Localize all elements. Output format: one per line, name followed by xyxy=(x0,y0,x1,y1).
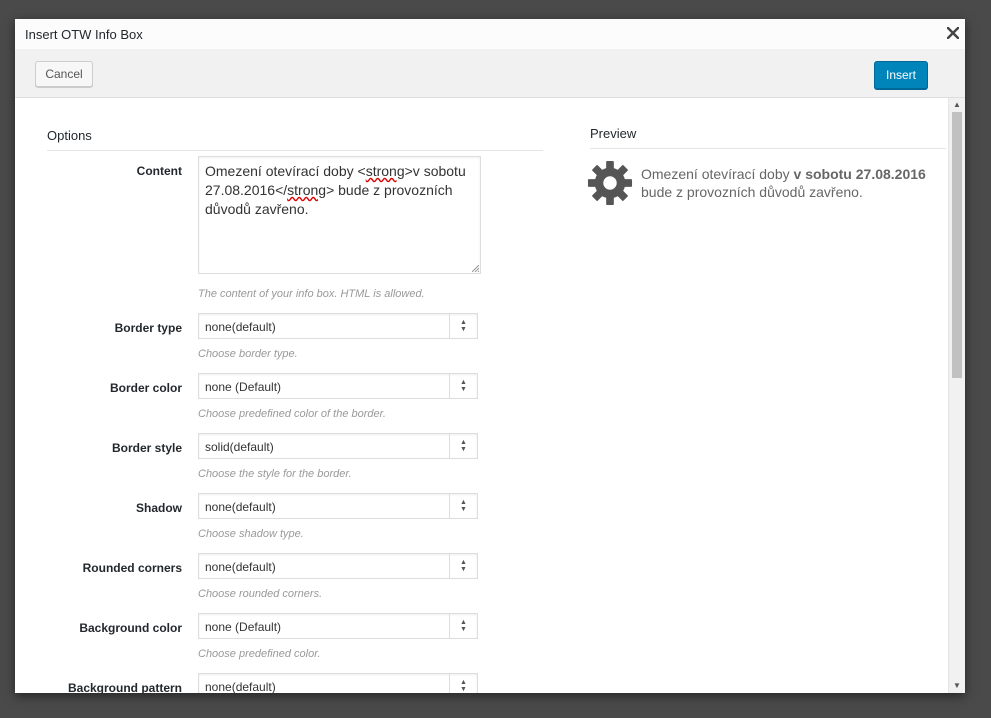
options-divider xyxy=(47,150,543,151)
close-icon[interactable] xyxy=(947,22,959,39)
select-divider xyxy=(449,554,450,578)
border-type-help: Choose border type. xyxy=(198,348,298,360)
content-text-1: Omezení otevírací doby < xyxy=(205,163,366,179)
select-arrows-icon: ▲ ▼ xyxy=(460,319,467,333)
preview-text: Omezení otevírací doby v sobotu 27.08.20… xyxy=(641,165,931,201)
border-style-help: Choose the style for the border. xyxy=(198,468,352,480)
select-arrows-icon: ▲ ▼ xyxy=(460,439,467,453)
background-pattern-label: Background pattern xyxy=(67,681,182,693)
border-style-label: Border style xyxy=(111,441,182,455)
border-type-select[interactable]: none(default) ▲ ▼ xyxy=(198,313,478,339)
dialog-scrollbar[interactable]: ▲ ▼ xyxy=(948,98,965,693)
preview-text-1: Omezení otevírací doby xyxy=(641,166,794,182)
background-color-label: Background color xyxy=(79,621,182,635)
select-arrows-icon: ▲ ▼ xyxy=(460,499,467,513)
preview-heading: Preview xyxy=(590,126,637,141)
dialog-toolbar: Cancel Insert xyxy=(15,49,965,98)
preview-text-2: bude z provozních důvodů zavřeno. xyxy=(641,184,863,200)
border-style-select[interactable]: solid(default) ▲ ▼ xyxy=(198,433,478,459)
background-color-select[interactable]: none (Default) ▲ ▼ xyxy=(198,613,478,639)
shadow-help: Choose shadow type. xyxy=(198,528,304,540)
rounded-corners-select[interactable]: none(default) ▲ ▼ xyxy=(198,553,478,579)
border-color-help: Choose predefined color of the border. xyxy=(198,408,386,420)
scrollbar-thumb[interactable] xyxy=(952,112,962,378)
content-help: The content of your info box. HTML is al… xyxy=(198,288,425,300)
gear-icon xyxy=(587,160,633,206)
content-tag-close: strong xyxy=(287,182,327,198)
dialog-body: Options Content Omezení otevírací doby <… xyxy=(15,98,949,693)
dialog-titlebar: Insert OTW Info Box xyxy=(15,19,965,50)
border-type-label: Border type xyxy=(114,321,182,335)
background-pattern-select[interactable]: none(default) ▲ ▼ xyxy=(198,673,478,693)
border-color-select[interactable]: none (Default) ▲ ▼ xyxy=(198,373,478,399)
select-divider xyxy=(449,614,450,638)
rounded-corners-help: Choose rounded corners. xyxy=(198,588,323,600)
dialog-title: Insert OTW Info Box xyxy=(25,27,143,42)
content-label: Content xyxy=(136,164,182,178)
select-divider xyxy=(449,314,450,338)
border-type-value: none(default) xyxy=(205,320,276,334)
select-divider xyxy=(449,674,450,693)
shadow-select[interactable]: none(default) ▲ ▼ xyxy=(198,493,478,519)
border-style-value: solid(default) xyxy=(205,440,274,454)
border-color-value: none (Default) xyxy=(205,380,282,394)
preview-text-bold: v sobotu 27.08.2016 xyxy=(793,166,926,182)
scroll-down-icon[interactable]: ▼ xyxy=(953,682,961,690)
select-arrows-icon: ▲ ▼ xyxy=(460,559,467,573)
scroll-up-icon[interactable]: ▲ xyxy=(953,101,961,109)
select-arrows-icon: ▲ ▼ xyxy=(460,619,467,633)
rounded-corners-value: none(default) xyxy=(205,560,276,574)
resize-grip-icon[interactable] xyxy=(472,265,479,272)
select-arrows-icon: ▲ ▼ xyxy=(460,679,467,693)
content-tag-open: strong xyxy=(365,163,405,179)
background-color-help: Choose predefined color. xyxy=(198,648,321,660)
insert-button[interactable]: Insert xyxy=(874,61,928,89)
select-arrows-icon: ▲ ▼ xyxy=(460,379,467,393)
select-divider xyxy=(449,494,450,518)
background-pattern-value: none(default) xyxy=(205,680,276,693)
insert-info-box-dialog: Insert OTW Info Box Cancel Insert Option… xyxy=(15,19,965,693)
options-heading: Options xyxy=(47,128,92,143)
preview-divider xyxy=(590,148,946,149)
content-textarea[interactable]: Omezení otevírací doby <strong>v sobotu … xyxy=(198,156,481,274)
background-color-value: none (Default) xyxy=(205,620,282,634)
select-divider xyxy=(449,434,450,458)
rounded-corners-label: Rounded corners xyxy=(82,561,182,575)
shadow-label: Shadow xyxy=(135,501,182,515)
select-divider xyxy=(449,374,450,398)
border-color-label: Border color xyxy=(109,381,182,395)
cancel-button[interactable]: Cancel xyxy=(35,61,93,87)
shadow-value: none(default) xyxy=(205,500,276,514)
